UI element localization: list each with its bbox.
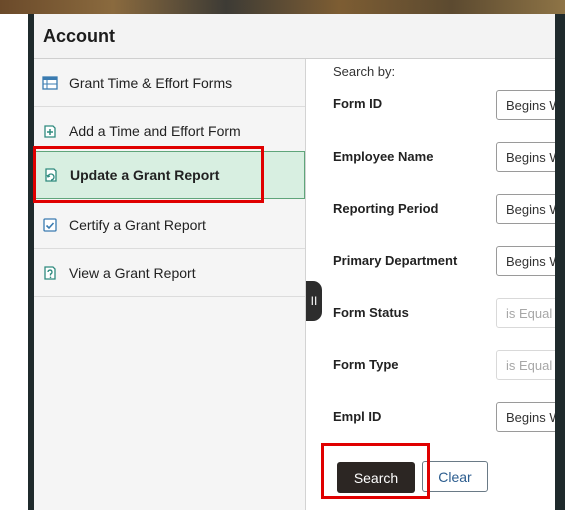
sidebar-item-certify-grant-report[interactable]: Certify a Grant Report [34,201,305,249]
search-heading: Search by: [333,64,396,79]
sidebar-item-add-time-effort-form[interactable]: Add a Time and Effort Form [34,107,305,155]
forms-list-icon [42,75,58,90]
empl-id-label: Empl ID [333,409,382,424]
sidebar-item-grant-time-effort-forms[interactable]: Grant Time & Effort Forms [34,59,305,107]
certify-report-icon [43,217,57,232]
sidebar-item-label: Add a Time and Effort Form [69,122,241,139]
form-type-label: Form Type [333,357,399,372]
primary-department-label: Primary Department [333,253,458,268]
page-title: Account [43,26,115,46]
sidebar: Grant Time & Effort Forms Add a Time and… [34,59,306,510]
clear-button[interactable]: Clear [422,461,488,492]
sidebar-item-label: Grant Time & Effort Forms [69,74,233,91]
top-banner-image [0,0,565,14]
search-button[interactable]: Search [337,462,415,493]
form-id-label: Form ID [333,96,383,111]
sidebar-item-update-grant-report[interactable]: Update a Grant Report [34,151,305,199]
form-status-label: Form Status [333,305,409,320]
sidebar-item-label: Update a Grant Report [70,167,220,183]
reporting-period-label: Reporting Period [333,201,439,216]
search-panel: Search by: Form ID Begins With Employee … [306,59,565,510]
sidebar-item-label: View a Grant Report [69,264,196,281]
panel-collapse-handle[interactable]: II [306,281,322,321]
add-form-icon [44,124,56,138]
sidebar-item-label: Certify a Grant Report [69,216,206,233]
update-report-icon [45,168,57,182]
window-frame-right [555,14,565,510]
page-header: Account [34,14,565,59]
view-report-icon [44,265,56,280]
sidebar-item-view-grant-report[interactable]: View a Grant Report [34,249,305,297]
employee-name-label: Employee Name [333,149,434,164]
